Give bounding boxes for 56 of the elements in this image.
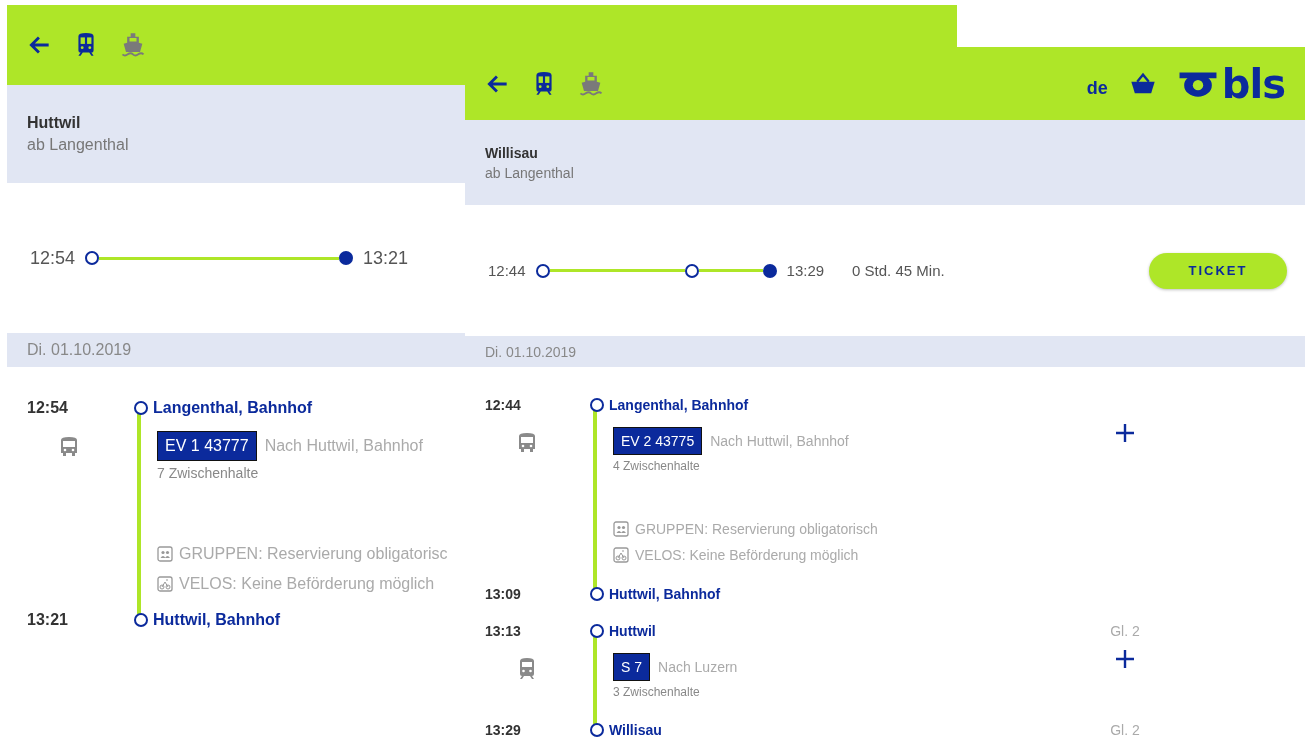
stop-dot: [590, 586, 604, 601]
line-badge: EV 1 43777: [157, 431, 257, 461]
stop-name: Willisau: [609, 721, 662, 738]
stop-dot: [134, 613, 148, 627]
direction-label: Nach Huttwil, Bahnhof: [264, 437, 423, 455]
direction-label: Nach Luzern: [658, 659, 738, 675]
notice-text: GRUPPEN: Reservierung obligatorisch: [635, 521, 878, 537]
stop-name: Huttwil: [609, 622, 656, 639]
route-line: [698, 269, 763, 272]
stop-dot: [590, 722, 604, 737]
notice-text: VELOS: Keine Beförderung möglich: [635, 547, 859, 563]
stop-dot: [134, 401, 148, 415]
stop-name: Langenthal, Bahnhof: [609, 396, 749, 413]
stop-dot: [590, 623, 604, 638]
date-label: Di. 01.10.2019: [27, 341, 132, 359]
notice-text: VELOS: Keine Beförderung möglich: [179, 575, 435, 593]
stop-time: 13:29: [485, 721, 522, 738]
arrival-time: 13:29: [786, 262, 825, 279]
stop-time: 13:21: [27, 611, 69, 629]
bicycle-icon: [613, 547, 629, 563]
date-label: Di. 01.10.2019: [485, 343, 577, 360]
direction-label: Nach Huttwil, Bahnhof: [710, 433, 849, 449]
line-badge: S 7: [613, 653, 650, 681]
stop-time: 13:09: [485, 585, 522, 602]
plus-icon[interactable]: [1115, 649, 1135, 669]
stop-name: Langenthal, Bahnhof: [153, 399, 313, 417]
ship-icon[interactable]: [577, 69, 605, 98]
logo-text: bls: [1221, 63, 1285, 104]
departure-time: 12:54: [30, 247, 76, 269]
plus-icon[interactable]: [1115, 423, 1135, 443]
bicycle-icon: [157, 576, 173, 592]
origin-subtitle: ab Langenthal: [27, 136, 129, 154]
stop-time: 12:44: [485, 396, 522, 413]
departure-time: 12:44: [488, 262, 526, 279]
language-label[interactable]: de: [1086, 78, 1108, 99]
stop-dot: [590, 397, 604, 412]
platform-label: Gl. 2: [1110, 622, 1140, 639]
ship-icon[interactable]: [119, 31, 147, 59]
platform-label: Gl. 2: [1110, 721, 1140, 738]
line-badge: EV 2 43775: [613, 427, 703, 455]
stop-name: Huttwil, Bahnhof: [153, 611, 281, 629]
group-icon: [613, 521, 629, 537]
intermediate-stops[interactable]: 7 Zwischenhalte: [157, 465, 259, 481]
destination-title: Huttwil: [27, 114, 81, 132]
stop-time: 12:54: [27, 399, 69, 417]
arrival-time: 13:21: [363, 247, 409, 269]
group-icon: [157, 546, 173, 562]
origin-subtitle: ab Langenthal: [485, 164, 574, 181]
notice-text: GRUPPEN: Reservierung obligatorisc: [179, 545, 448, 563]
ticket-button[interactable]: TICKET: [1149, 252, 1287, 289]
duration: 0 Std. 45 Min.: [852, 262, 945, 279]
intermediate-stops[interactable]: 3 Zwischenhalte: [613, 685, 700, 699]
destination-title: Willisau: [485, 144, 538, 161]
intermediate-stops[interactable]: 4 Zwischenhalte: [613, 459, 700, 473]
stop-time: 13:13: [485, 622, 522, 639]
stop-name: Huttwil, Bahnhof: [609, 585, 721, 602]
